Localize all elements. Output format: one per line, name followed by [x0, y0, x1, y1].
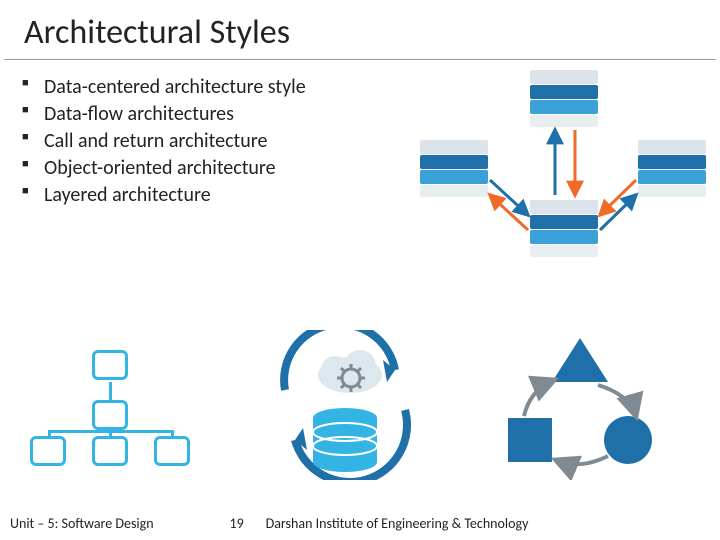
footer-unit: Unit – 5: Software Design	[10, 515, 154, 532]
page-title: Architectural Styles	[4, 0, 716, 60]
footer-institute: Darshan Institute of Engineering & Techn…	[266, 515, 710, 532]
page-number: 19	[214, 515, 260, 532]
data-centered-diagram	[420, 70, 710, 280]
footer: Unit – 5: Software Design 19 Darshan Ins…	[0, 515, 720, 532]
shapes-cycle-icon	[490, 330, 670, 480]
cloud-db-icon	[255, 330, 435, 480]
arrows-icon	[420, 70, 710, 280]
hierarchy-icon	[30, 350, 210, 470]
